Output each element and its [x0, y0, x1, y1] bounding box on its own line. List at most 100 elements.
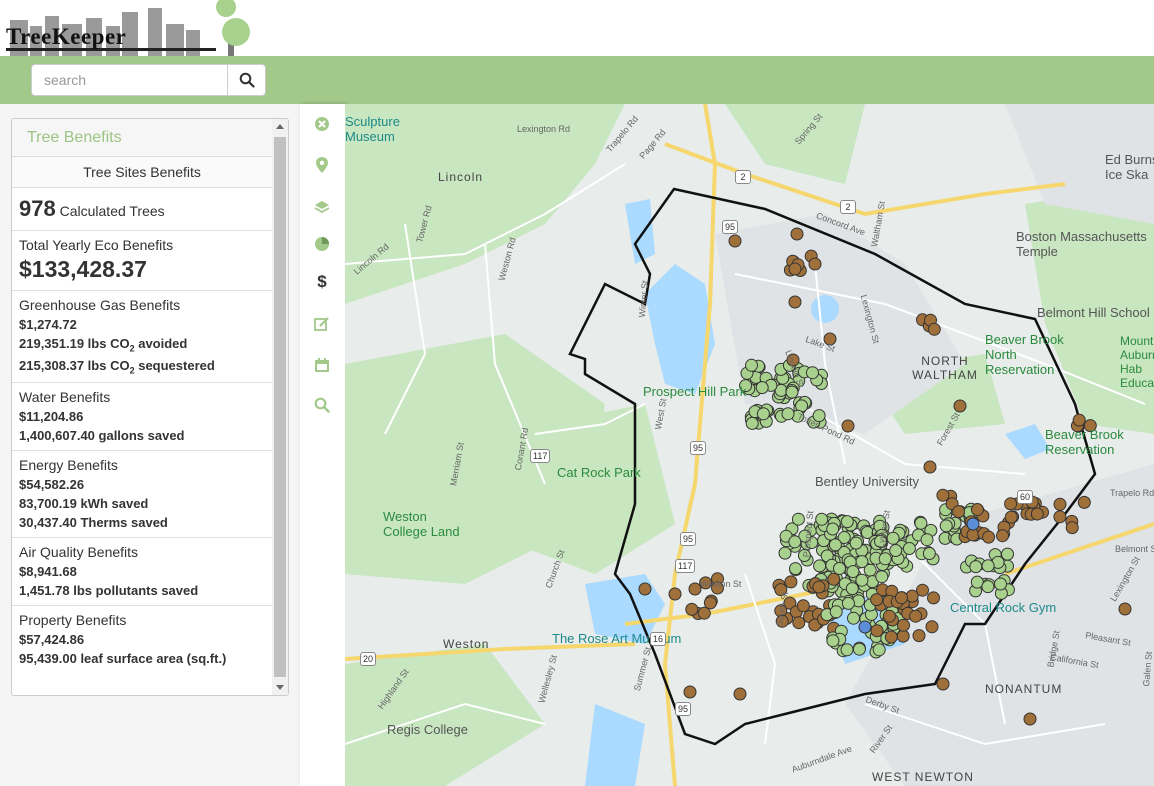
tree-site-marker[interactable] [685, 602, 699, 616]
tree-site-marker[interactable] [849, 536, 863, 550]
tree-site-marker[interactable] [1030, 507, 1044, 521]
tree-site-marker[interactable] [841, 596, 855, 610]
tree-site-marker[interactable] [912, 629, 926, 643]
tree-site-marker[interactable] [808, 257, 822, 271]
tree-site-marker[interactable] [855, 573, 869, 587]
tree-site-marker[interactable] [870, 624, 884, 638]
tree-site-marker[interactable] [870, 593, 884, 607]
tree-site-marker[interactable] [703, 596, 717, 610]
tree-site-marker[interactable] [784, 575, 798, 589]
tree-site-marker[interactable] [728, 234, 742, 248]
tree-site-marker[interactable] [923, 460, 937, 474]
tree-site-marker[interactable] [981, 559, 995, 573]
chart-tool[interactable] [312, 234, 332, 254]
tree-site-marker[interactable] [982, 530, 996, 544]
tree-site-marker[interactable] [789, 562, 802, 576]
tree-site-marker[interactable] [889, 544, 903, 557]
scroll-up-arrow[interactable] [276, 124, 284, 129]
tree-site-marker[interactable] [1065, 521, 1079, 535]
calendar-tool[interactable] [312, 355, 332, 375]
tree-site-marker[interactable] [897, 618, 910, 632]
tree-site-marker[interactable] [788, 535, 802, 549]
tree-site-marker[interactable] [969, 560, 983, 574]
tree-site-marker[interactable] [668, 587, 682, 601]
tree-site-marker[interactable] [981, 580, 995, 594]
map-view[interactable]: Lincoln NORTH WALTHAM Weston NONANTUM WE… [345, 104, 1154, 786]
tree-site-marker[interactable] [884, 630, 898, 644]
tree-site-marker[interactable] [927, 591, 940, 605]
tree-site-marker[interactable] [827, 572, 841, 586]
tree-site-marker[interactable] [815, 512, 829, 526]
tree-site-marker[interactable] [855, 555, 869, 569]
tree-site-marker[interactable] [796, 599, 810, 613]
tree-site-marker[interactable] [826, 522, 840, 536]
tree-site-marker[interactable] [790, 227, 804, 241]
marker-tool[interactable] [312, 155, 332, 175]
tree-site-marker[interactable] [1004, 497, 1018, 511]
tree-site-marker[interactable] [840, 643, 854, 657]
tree-site-marker[interactable] [920, 533, 934, 547]
tree-site-marker[interactable] [813, 559, 827, 573]
tree-site-marker-selected[interactable] [858, 620, 872, 634]
benefits-tool[interactable]: $ [312, 272, 332, 292]
tree-site-marker[interactable] [922, 547, 936, 560]
tree-site-marker[interactable] [833, 562, 846, 575]
tree-site-marker[interactable] [905, 589, 919, 603]
tree-site-marker[interactable] [994, 577, 1007, 591]
tree-site-marker[interactable] [1004, 510, 1018, 524]
tree-site-marker[interactable] [778, 546, 792, 560]
tree-site-marker[interactable] [812, 580, 826, 594]
tree-site-marker[interactable] [952, 505, 966, 519]
tree-site-marker[interactable] [806, 366, 819, 380]
tree-site-marker[interactable] [927, 322, 941, 336]
tree-site-marker[interactable] [875, 570, 889, 584]
tree-site-marker[interactable] [1072, 413, 1086, 427]
tree-site-marker[interactable] [788, 295, 802, 309]
tree-site-marker[interactable] [755, 381, 769, 395]
tree-site-marker[interactable] [882, 609, 896, 623]
tree-site-marker[interactable] [638, 582, 652, 596]
tree-site-marker[interactable] [846, 565, 860, 579]
tree-site-marker[interactable] [996, 529, 1009, 543]
tree-site-marker[interactable] [745, 358, 758, 372]
tree-site-marker[interactable] [781, 407, 795, 421]
tree-site-marker[interactable] [792, 616, 806, 630]
tree-site-marker[interactable] [791, 512, 805, 526]
tree-site-marker[interactable] [847, 611, 860, 625]
tree-site-marker[interactable] [828, 538, 842, 552]
search-button[interactable] [227, 64, 266, 96]
tree-site-marker[interactable] [852, 642, 866, 656]
tree-site-marker[interactable] [1053, 510, 1067, 524]
layers-tool[interactable] [312, 197, 332, 217]
treekeeper-logo[interactable]: TreeKeeper [0, 0, 260, 56]
tree-site-marker[interactable] [872, 643, 886, 657]
panel-scrollbar-thumb[interactable] [274, 137, 286, 677]
tree-site-marker[interactable] [895, 591, 908, 605]
search-tool[interactable] [312, 395, 332, 415]
tree-site-marker[interactable] [826, 634, 840, 648]
tree-site-marker[interactable] [829, 605, 843, 619]
tree-site-marker[interactable] [953, 399, 967, 413]
edit-tool[interactable] [312, 314, 332, 334]
tree-site-marker[interactable] [1001, 547, 1014, 561]
tree-site-marker[interactable] [966, 528, 980, 542]
tree-site-marker[interactable] [683, 685, 697, 699]
tree-site-marker[interactable] [733, 687, 747, 701]
tree-site-marker[interactable] [936, 488, 950, 502]
tree-site-marker[interactable] [909, 609, 923, 623]
panel-title[interactable]: Tree Benefits [12, 119, 288, 157]
tree-site-marker[interactable] [745, 416, 759, 430]
tree-site-marker[interactable] [896, 629, 910, 643]
tree-site-marker[interactable] [878, 552, 892, 566]
tree-site-marker[interactable] [756, 407, 770, 421]
tree-site-marker[interactable] [886, 531, 900, 545]
tree-site-marker[interactable] [841, 419, 855, 433]
tree-site-marker[interactable] [788, 262, 802, 276]
search-input[interactable] [31, 64, 228, 96]
tree-site-marker[interactable] [840, 515, 854, 529]
tree-site-marker-selected[interactable] [966, 517, 980, 531]
scroll-down-arrow[interactable] [276, 685, 284, 690]
tree-site-marker[interactable] [1023, 712, 1037, 726]
tree-site-marker[interactable] [1077, 495, 1091, 509]
tree-site-marker[interactable] [970, 503, 984, 516]
